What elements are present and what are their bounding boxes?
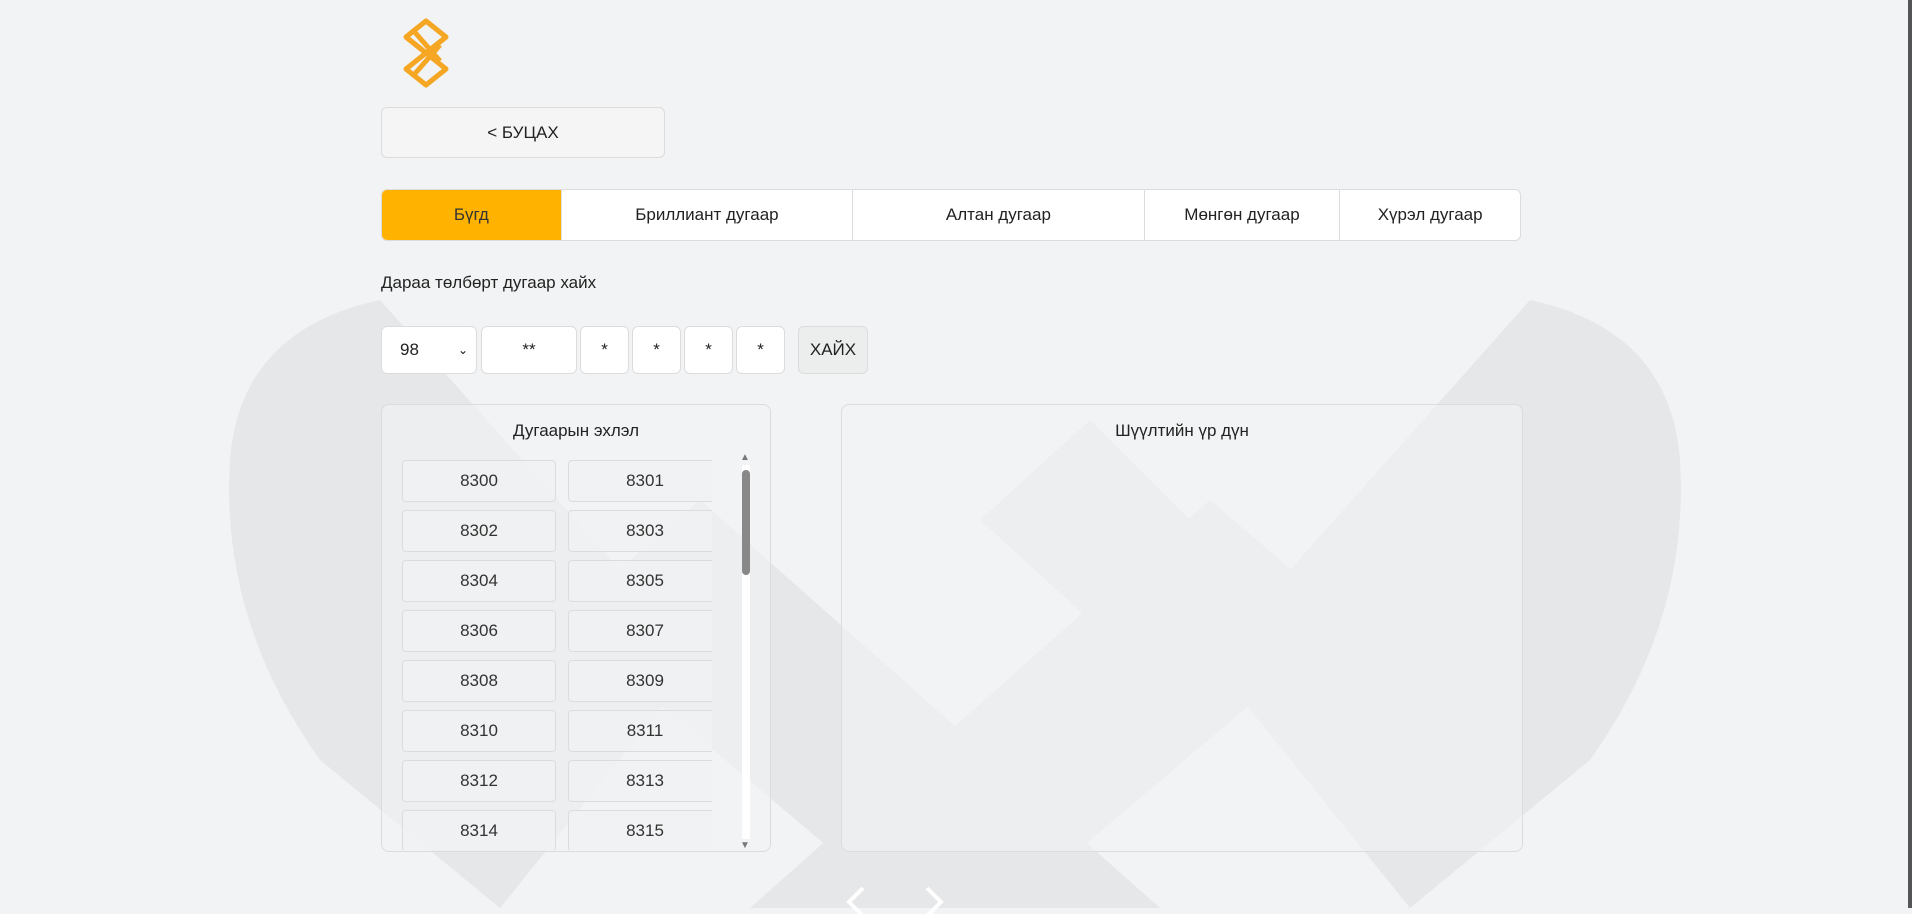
search-label: Дараа төлбөрт дугаар хайх [381,273,597,292]
tab-brilliant[interactable]: Бриллиант дугаар [560,190,852,240]
digit-field-4[interactable]: * [736,326,785,374]
prefix-item[interactable]: 8310 [402,710,556,752]
window-scrollbar[interactable] [1908,0,1912,908]
prefix-list-scrollbar[interactable]: ▲ ▼ [739,453,753,851]
digit-field-1[interactable]: * [580,326,629,374]
prefix-panel-title: Дугаарын эхлэл [512,421,640,440]
scrollbar-thumb[interactable] [742,470,750,575]
tab-silver[interactable]: Мөнгөн дугаар [1143,190,1340,240]
tab-gold[interactable]: Алтан дугаар [852,190,1143,240]
prefix-item[interactable]: 8315 [568,810,712,850]
prefix-item[interactable]: 8313 [568,760,712,802]
prefix-item[interactable]: 8303 [568,510,712,552]
prefix-item[interactable]: 8314 [402,810,556,850]
prefix-item[interactable]: 8307 [568,610,712,652]
digit-field-3[interactable]: * [684,326,733,374]
prefix-list: 8300 8301 8302 8303 8304 8305 8306 8307 … [402,460,712,850]
result-panel-title: Шүүлтийн үр дүн [1115,421,1249,440]
prefix-item[interactable]: 8304 [402,560,556,602]
back-button[interactable]: < БУЦАХ [381,107,665,158]
prefix-item[interactable]: 8308 [402,660,556,702]
prefix-item[interactable]: 8309 [568,660,712,702]
prefix-item[interactable]: 8306 [402,610,556,652]
prefix-item[interactable]: 8301 [568,460,712,502]
knot-logo-icon [403,18,449,88]
scroll-down-arrow-icon[interactable]: ▼ [740,841,750,851]
result-panel: Шүүлтийн үр дүн [841,404,1523,852]
prefix-item[interactable]: 8300 [402,460,556,502]
chevron-down-icon: ⌄ [457,343,468,357]
category-tabs: Бүгд Бриллиант дугаар Алтан дугаар Мөнгө… [381,189,1521,241]
chevron-left-icon[interactable] [841,884,871,914]
digit-field-2[interactable]: * [632,326,681,374]
tab-bronze[interactable]: Хүрэл дугаар [1339,190,1520,240]
prefix-item[interactable]: 8305 [568,560,712,602]
prefix-item[interactable]: 8311 [568,710,712,752]
prefix-item[interactable]: 8302 [402,510,556,552]
digit-pair-field[interactable]: ** [481,326,577,374]
tab-all[interactable]: Бүгд [382,190,561,240]
prefix-panel: Дугаарын эхлэл 8300 8301 8302 8303 8304 … [381,404,771,852]
scroll-up-arrow-icon[interactable]: ▲ [740,453,750,463]
search-button[interactable]: ХАЙХ [798,326,868,374]
prefix-select[interactable]: 98 ⌄ [381,326,477,374]
prefix-select-value: 98 [400,340,419,359]
prefix-item[interactable]: 8312 [402,760,556,802]
chevron-right-icon[interactable] [919,884,949,914]
